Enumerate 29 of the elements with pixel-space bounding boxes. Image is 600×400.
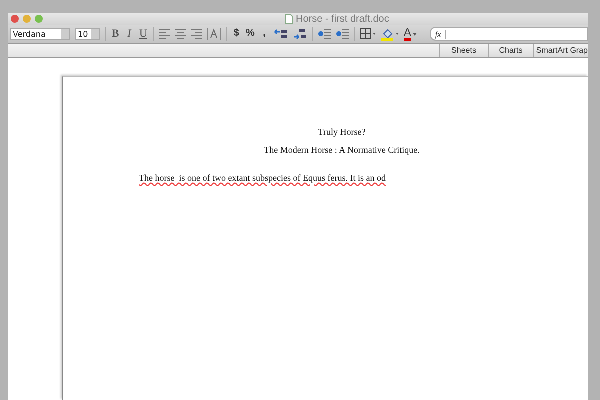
bold-button[interactable]: B [111,28,120,40]
comma-style-button[interactable]: , [260,28,269,40]
underline-button[interactable]: U [139,28,148,40]
gallery-tab[interactable]: Charts [488,44,533,57]
document-title: Truly Horse? [317,127,367,137]
font-color-label: A [404,28,412,40]
close-button[interactable] [11,15,19,23]
formula-field[interactable]: fx [430,27,588,41]
percent-button[interactable]: % [246,28,255,40]
font-size-dropdown[interactable]: 10 [75,28,100,40]
document-subtitle: The Modern Horse : A Normative Critique. [263,145,421,155]
font-name-dropdown[interactable]: Verdana [10,28,70,40]
formula-label: fx [431,30,446,38]
align-left-icon[interactable] [159,28,170,40]
document-icon [285,14,293,24]
currency-button[interactable]: $ [232,28,241,40]
italic-button[interactable]: I [125,28,134,40]
font-name: Verdana [12,30,47,38]
gallery-tab[interactable]: SmartArt Grap [533,44,588,57]
window-title: Horse - first draft.doc [296,14,390,24]
gallery-tab[interactable]: Sheets [439,44,488,57]
font-size: 10 [77,30,90,38]
zoom-button[interactable] [35,15,43,23]
align-center-icon[interactable] [175,28,186,40]
body-text: The horse is one of two extant subspecies of Equus ferus. It is an od [139,173,387,183]
align-right-icon[interactable] [191,28,202,40]
borders-icon[interactable] [360,28,376,40]
font-color-button[interactable]: A [404,28,418,40]
fill-color-icon[interactable] [381,27,399,41]
